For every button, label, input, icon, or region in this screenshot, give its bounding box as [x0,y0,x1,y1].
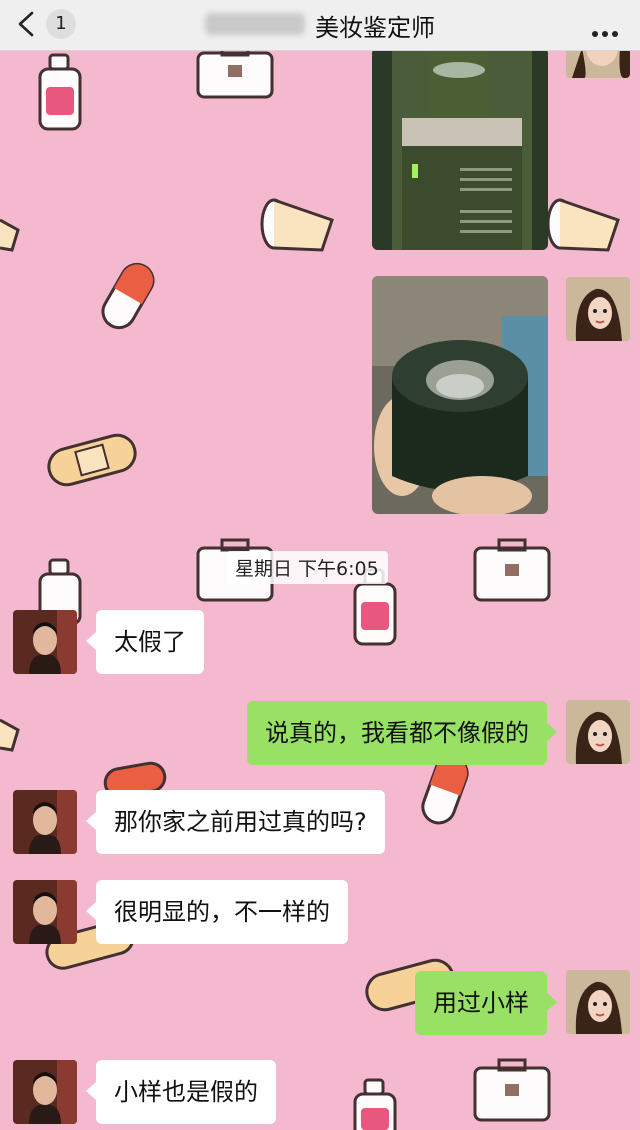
timestamp: 星期日 下午6:05 [226,551,388,584]
back-chevron-icon[interactable] [14,10,38,38]
tape-decoration [260,198,334,252]
message-bubble-received[interactable]: 那你家之前用过真的吗? [86,790,385,854]
photo-message-bottle-neck[interactable] [372,48,548,250]
my-avatar[interactable] [566,48,630,78]
contact-avatar[interactable] [13,790,77,854]
my-avatar[interactable] [566,700,630,764]
message-bubble-sent[interactable]: 说真的，我看都不像假的 [247,701,557,765]
message-bubble-sent[interactable]: 用过小样 [415,971,557,1035]
unread-count-badge[interactable]: 1 [46,9,76,39]
blurred-name [205,13,305,35]
my-avatar[interactable] [566,970,630,1034]
contact-avatar[interactable] [13,610,77,674]
bottle-decoration [353,1078,397,1130]
chat-header: 1 美妆鉴定师 [0,0,640,51]
message-bubble-received[interactable]: 小样也是假的 [86,1060,276,1124]
pill-decoration [101,262,155,330]
medkit-decoration [473,1058,551,1122]
bandage-decoration [47,433,137,487]
message-bubble-received[interactable]: 太假了 [86,610,204,674]
bottle-neck-photo [372,48,548,250]
chat-title: 美妆鉴定师 [315,14,435,42]
contact-avatar[interactable] [13,880,77,944]
bottle-cap-photo [372,276,548,514]
bottle-decoration [38,53,82,131]
message-bubble-received[interactable]: 很明显的，不一样的 [86,880,348,944]
photo-message-bottle-cap[interactable] [372,276,548,514]
tape-decoration [546,198,620,252]
medkit-decoration [196,43,274,99]
medkit-decoration [473,538,551,602]
contact-avatar[interactable] [13,1060,77,1124]
my-avatar[interactable] [566,277,630,341]
more-options-icon[interactable] [592,22,622,37]
